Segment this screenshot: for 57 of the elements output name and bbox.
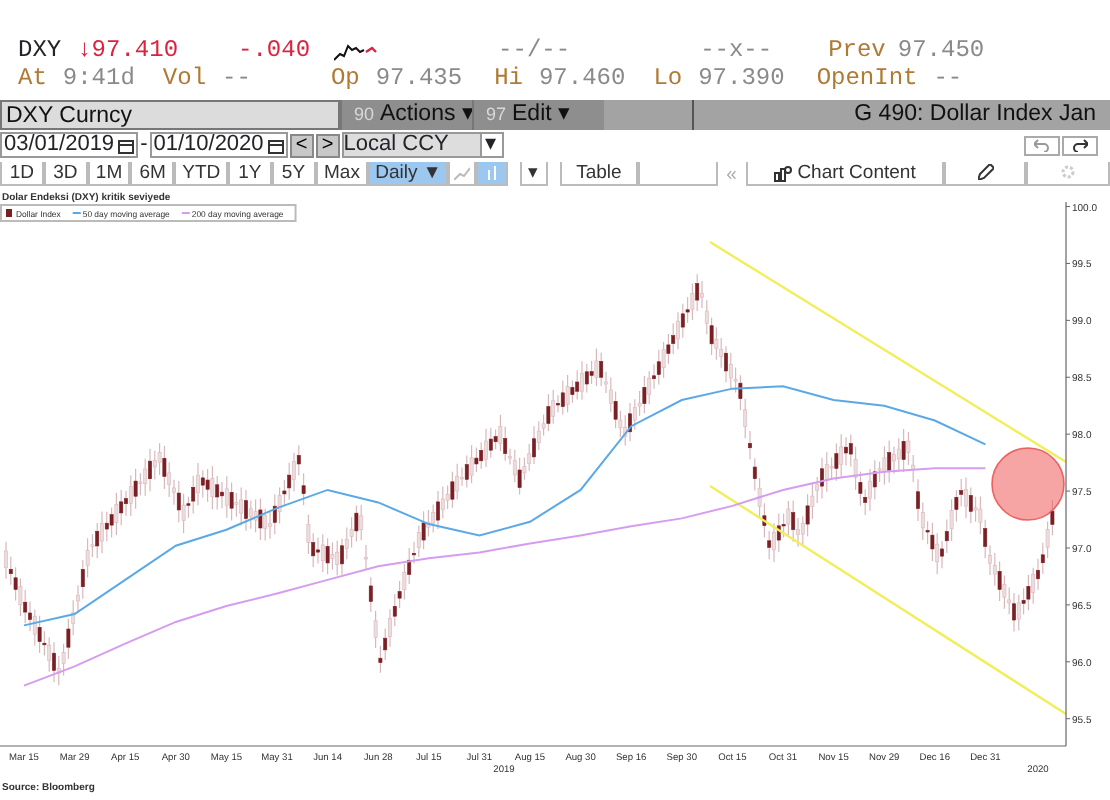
pencil-icon — [977, 164, 994, 181]
security-field[interactable]: DXY Curncy — [0, 100, 340, 130]
options-dropdown[interactable]: ▾ — [519, 162, 548, 186]
size-value: --x-- — [700, 38, 773, 64]
prev-value: 97.450 — [897, 38, 985, 64]
price-value: ↓97.410 — [77, 38, 179, 64]
previous-button[interactable]: < — [289, 133, 314, 157]
chart-title: G 490: Dollar Index Jan — [692, 100, 1110, 130]
bid-ask-value: --/-- — [498, 38, 571, 64]
field-label: Lo — [653, 66, 683, 92]
date-field[interactable]: 01/10/2020 — [149, 132, 288, 158]
chart-type-button[interactable] — [448, 162, 476, 186]
field-label: OpenInt — [816, 66, 918, 92]
field-value: 9:41d — [62, 66, 135, 92]
ticker-symbol: DXY — [18, 38, 62, 64]
field-value: 97.390 — [698, 66, 785, 92]
period-button[interactable]: Max — [315, 162, 369, 186]
search-field[interactable] — [638, 162, 718, 186]
field-value: 97.435 — [375, 66, 463, 92]
redo-icon[interactable] — [1072, 137, 1088, 152]
frequency-dropdown[interactable]: Daily ▼ — [368, 162, 448, 186]
field-value: -- — [933, 66, 963, 92]
date-field[interactable]: 03/01/2019 — [0, 132, 139, 158]
chart-content-button[interactable]: Chart Content — [745, 162, 944, 186]
period-button[interactable]: 1M — [87, 162, 131, 186]
period-button[interactable]: YTD — [174, 162, 228, 186]
menu-button[interactable]: 97 Edit ▾ — [472, 100, 604, 130]
next-button[interactable]: > — [315, 133, 340, 157]
change-value: -.040 — [238, 38, 311, 64]
highlight-circle — [991, 447, 1065, 521]
period-button[interactable]: 1D — [0, 162, 44, 186]
field-value: -- — [222, 66, 251, 92]
chart-settings-icon — [773, 165, 792, 181]
undo-icon[interactable] — [1034, 137, 1050, 152]
field-value: 97.460 — [538, 66, 626, 92]
edit-chart-button[interactable] — [943, 162, 1027, 186]
calendar-icon[interactable] — [118, 137, 135, 153]
range-separator: - — [140, 130, 148, 161]
field-label: Vol — [162, 66, 207, 92]
field-label: Op — [330, 66, 360, 92]
prev-label: Prev — [828, 38, 886, 64]
table-button[interactable]: Table — [559, 162, 639, 186]
settings-icon — [1060, 164, 1077, 181]
sparkline-icon — [334, 41, 379, 61]
menu-button[interactable]: 90 Actions ▾ — [340, 100, 472, 130]
bar-chart-button[interactable] — [475, 162, 508, 186]
bar-chart-icon — [485, 165, 498, 180]
calendar-icon[interactable] — [267, 137, 284, 153]
redo-button[interactable] — [1062, 135, 1098, 155]
field-label: Hi — [494, 66, 523, 92]
line-chart-icon — [453, 165, 470, 180]
period-button[interactable]: 5Y — [271, 162, 316, 186]
period-button[interactable]: 1Y — [228, 162, 272, 186]
period-button[interactable]: 3D — [43, 162, 88, 186]
period-button[interactable]: 6M — [130, 162, 175, 186]
currency-dropdown[interactable]: Local CCY ▾ — [341, 132, 504, 158]
field-label: At — [18, 66, 47, 92]
